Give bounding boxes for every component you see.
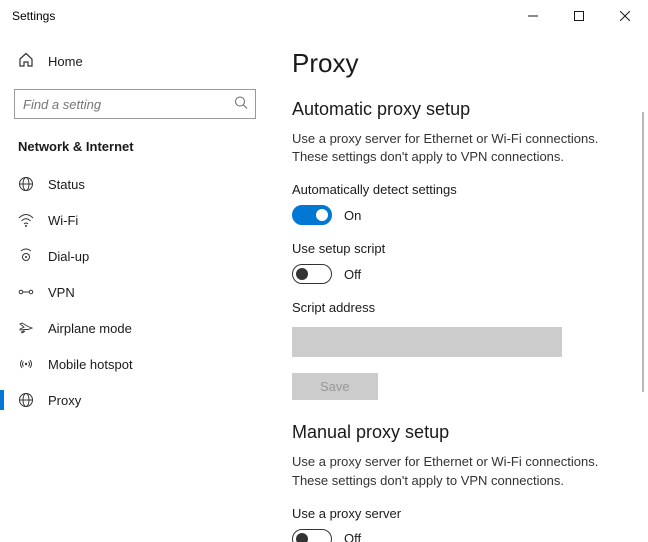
home-icon — [18, 52, 34, 71]
close-icon — [620, 11, 630, 21]
content-area: Proxy Automatic proxy setup Use a proxy … — [270, 32, 648, 542]
sidebar-item-label: Status — [48, 177, 85, 192]
sidebar-item-airplane[interactable]: Airplane mode — [0, 310, 270, 346]
search-icon — [234, 96, 248, 113]
sidebar-item-label: Wi-Fi — [48, 213, 78, 228]
auto-proxy-desc: Use a proxy server for Ethernet or Wi-Fi… — [292, 130, 626, 166]
sidebar-item-label: Airplane mode — [48, 321, 132, 336]
script-address-input[interactable] — [292, 327, 562, 357]
setup-script-state: Off — [344, 267, 361, 282]
search-wrap — [14, 89, 256, 119]
scrollbar[interactable] — [642, 112, 644, 392]
setup-script-label: Use setup script — [292, 241, 626, 256]
maximize-button[interactable] — [556, 0, 602, 32]
sidebar-item-label: Dial-up — [48, 249, 89, 264]
sidebar-item-wifi[interactable]: Wi-Fi — [0, 202, 270, 238]
nav-home[interactable]: Home — [0, 44, 270, 79]
globe-icon — [18, 176, 34, 192]
sidebar-item-label: Proxy — [48, 393, 81, 408]
vpn-icon — [18, 284, 34, 300]
sidebar-item-hotspot[interactable]: Mobile hotspot — [0, 346, 270, 382]
auto-detect-state: On — [344, 208, 361, 223]
titlebar: Settings — [0, 0, 648, 32]
minimize-button[interactable] — [510, 0, 556, 32]
use-proxy-state: Off — [344, 531, 361, 542]
wifi-icon — [18, 212, 34, 228]
script-address-label: Script address — [292, 300, 626, 315]
nav-home-label: Home — [48, 54, 83, 69]
proxy-icon — [18, 392, 34, 408]
window-title: Settings — [12, 9, 55, 23]
sidebar-section-header: Network & Internet — [0, 133, 270, 166]
airplane-icon — [18, 320, 34, 336]
use-proxy-label: Use a proxy server — [292, 506, 626, 521]
save-button[interactable]: Save — [292, 373, 378, 400]
manual-proxy-desc: Use a proxy server for Ethernet or Wi-Fi… — [292, 453, 626, 489]
sidebar-item-dialup[interactable]: Dial-up — [0, 238, 270, 274]
sidebar-item-proxy[interactable]: Proxy — [0, 382, 270, 418]
auto-detect-label: Automatically detect settings — [292, 182, 626, 197]
page-title: Proxy — [292, 48, 626, 79]
dialup-icon — [18, 248, 34, 264]
sidebar-item-label: VPN — [48, 285, 75, 300]
use-proxy-toggle[interactable] — [292, 529, 332, 542]
sidebar-item-vpn[interactable]: VPN — [0, 274, 270, 310]
hotspot-icon — [18, 356, 34, 372]
close-button[interactable] — [602, 0, 648, 32]
auto-detect-toggle[interactable] — [292, 205, 332, 225]
minimize-icon — [528, 11, 538, 21]
sidebar-item-status[interactable]: Status — [0, 166, 270, 202]
search-input[interactable] — [14, 89, 256, 119]
maximize-icon — [574, 11, 584, 21]
auto-proxy-heading: Automatic proxy setup — [292, 99, 626, 120]
manual-proxy-heading: Manual proxy setup — [292, 422, 626, 443]
sidebar: Home Network & Internet Status Wi-Fi — [0, 32, 270, 542]
setup-script-toggle[interactable] — [292, 264, 332, 284]
sidebar-item-label: Mobile hotspot — [48, 357, 133, 372]
